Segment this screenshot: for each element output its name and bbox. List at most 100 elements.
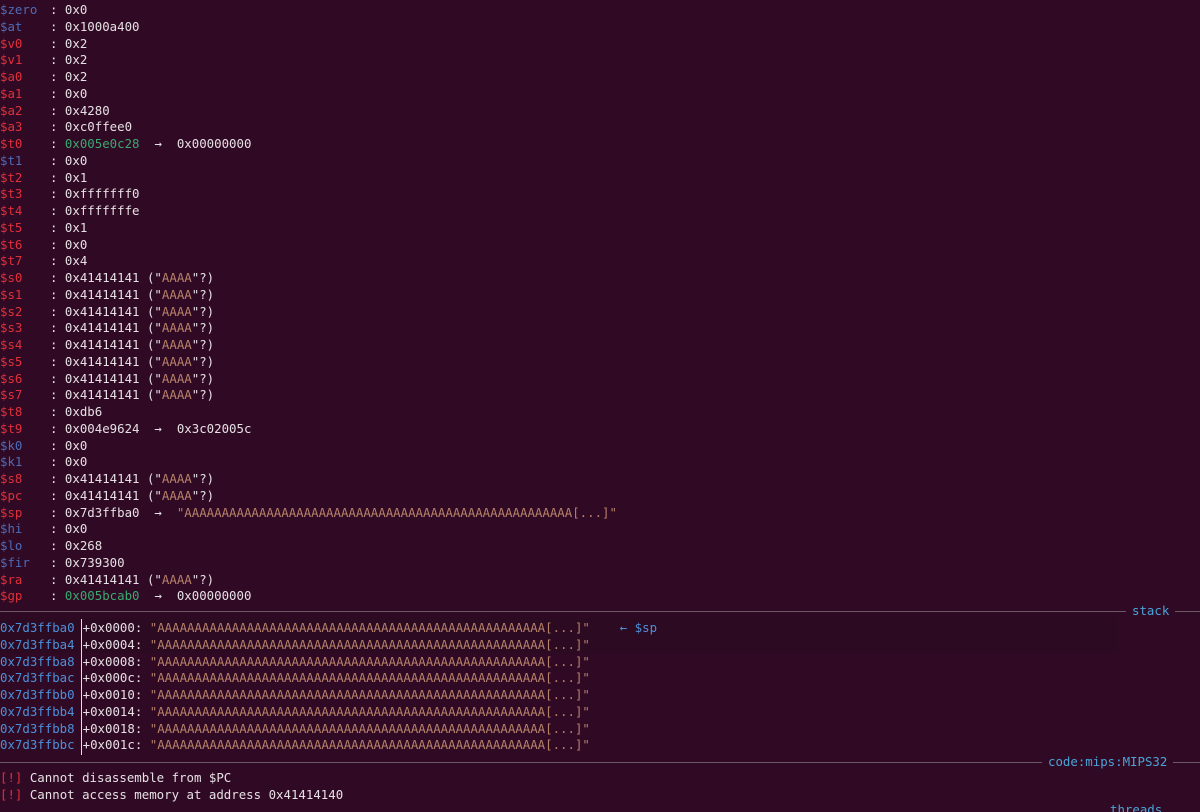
stack-section-label: stack: [1126, 603, 1176, 619]
stack-row: 0x7d3ffba4 +0x0004: "AAAAAAAAAAAAAAAAAAAA…: [0, 637, 590, 654]
register-value: : 0x4280: [50, 102, 110, 118]
register-string: AAAA: [161, 270, 192, 285]
register-value: : 0x739300: [50, 554, 125, 570]
threads-section-label: threads: [1110, 802, 1163, 812]
register-value: : 0x1: [50, 169, 88, 185]
stack-address[interactable]: 0x7d3ffbb0: [0, 687, 75, 702]
stack-string: "AAAAAAAAAAAAAAAAAAAAAAAAAAAAAAAAAAAAAAA…: [149, 720, 590, 736]
stack-row: 0x7d3ffbb4 +0x0014: "AAAAAAAAAAAAAAAAAAAA…: [0, 704, 590, 721]
register-value: : 0x7d3ffba0 →: [50, 504, 177, 520]
code-separator: [0, 762, 1200, 763]
register-value: : 0x2: [50, 52, 88, 68]
register-row: $t2: 0x1: [0, 170, 87, 187]
register-string-tail: "?): [191, 370, 215, 386]
stack-offset: +0x001c:: [82, 737, 150, 753]
error-text: Cannot access memory at address 0x414141…: [22, 787, 344, 802]
register-name: $hi: [0, 521, 23, 537]
register-value: : 0x0: [50, 152, 88, 168]
register-value: : 0x0: [50, 236, 88, 252]
stack-address[interactable]: 0x7d3ffbac: [0, 670, 75, 685]
register-value: : 0x2: [50, 35, 88, 51]
stack-address[interactable]: 0x7d3ffba8: [0, 654, 75, 669]
stack-row: 0x7d3ffbb8 +0x0018: "AAAAAAAAAAAAAAAAAAAA…: [0, 721, 590, 738]
register-row: $a2: 0x4280: [0, 103, 110, 120]
register-row: $s2: 0x41414141 ("AAAA"?): [0, 304, 214, 321]
register-row: $s6: 0x41414141 ("AAAA"?): [0, 371, 214, 388]
stack-row: 0x7d3ffbbc +0x001c: "AAAAAAAAAAAAAAAAAAAA…: [0, 737, 590, 754]
stack-row: 0x7d3ffba0 +0x0000: "AAAAAAAAAAAAAAAAAAAA…: [0, 620, 657, 637]
register-value: : 0x4: [50, 253, 88, 269]
stack-string: "AAAAAAAAAAAAAAAAAAAAAAAAAAAAAAAAAAAAAAA…: [149, 737, 590, 753]
register-row: $zero : 0x0: [0, 2, 87, 19]
register-row: $k0: 0x0: [0, 438, 87, 455]
register-name: $v1: [0, 52, 23, 68]
register-name: $sp: [0, 504, 23, 520]
stack-address[interactable]: 0x7d3ffbb8: [0, 721, 75, 736]
register-row: $t1: 0x0: [0, 153, 87, 170]
register-value: : 0x41414141 (": [50, 370, 162, 386]
register-row: $t0: 0x005e0c28 → 0x00000000: [0, 136, 251, 153]
register-string: AAAA: [161, 370, 192, 386]
register-name: $s7: [0, 387, 23, 403]
register-string: AAAA: [161, 303, 192, 319]
register-pointer: 0x005e0c28: [64, 136, 140, 151]
stack-offset: +0x0010:: [82, 687, 150, 702]
register-value: : 0x0: [50, 454, 88, 470]
register-string: AAAA: [161, 286, 192, 302]
register-value: : 0x1000a400: [50, 18, 140, 34]
register-name: $fir: [0, 554, 30, 570]
register-string: AAAA: [161, 571, 192, 587]
error-tag: [!]: [0, 787, 23, 802]
stack-offset: +0x000c:: [82, 670, 150, 686]
register-row: $fir : 0x739300: [0, 555, 125, 572]
register-name: $t8: [0, 404, 23, 419]
register-string-tail: "?): [191, 303, 215, 319]
register-row: $t9: 0x004e9624 → 0x3c02005c: [0, 421, 251, 438]
stack-string: "AAAAAAAAAAAAAAAAAAAAAAAAAAAAAAAAAAAAAAA…: [149, 653, 590, 669]
register-value: : 0x004e9624 → 0x3c02005c: [50, 420, 252, 436]
register-value: : 0xfffffff0: [50, 186, 140, 202]
stack-address[interactable]: 0x7d3ffbb4: [0, 704, 75, 719]
register-name: $s0: [0, 270, 23, 285]
register-string-tail: "?): [191, 286, 215, 302]
register-row: $k1 : 0x0: [0, 454, 87, 471]
register-value: : 0x41414141 (": [50, 286, 162, 302]
stack-address[interactable]: 0x7d3ffba4: [0, 637, 75, 652]
register-row: $s3: 0x41414141 ("AAAA"?): [0, 320, 214, 337]
register-name: $s3: [0, 320, 23, 336]
register-string: AAAA: [161, 487, 192, 503]
stack-row: 0x7d3ffba8 +0x0008: "AAAAAAAAAAAAAAAAAAAA…: [0, 654, 590, 671]
register-row: $v0: 0x2: [0, 36, 87, 53]
register-value: : 0x0: [50, 2, 88, 17]
register-string-tail: "?): [191, 337, 215, 352]
register-string: AAAA: [161, 387, 192, 403]
register-string-tail: "?): [191, 471, 215, 486]
register-value: : 0x41414141 (": [50, 337, 162, 352]
register-row: $hi: 0x0: [0, 521, 87, 538]
register-row: $pc: 0x41414141 ("AAAA"?): [0, 488, 214, 505]
register-name: $zero: [0, 2, 38, 17]
error-tag: [!]: [0, 770, 23, 785]
register-name: $s2: [0, 303, 23, 319]
register-name: $k1: [0, 454, 23, 470]
register-value: : 0x41414141 (": [50, 571, 162, 587]
stack-row: 0x7d3ffbb0 +0x0010: "AAAAAAAAAAAAAAAAAAAA…: [0, 687, 590, 704]
stack-address[interactable]: 0x7d3ffba0: [0, 620, 75, 635]
register-value: : 0x41414141 (": [50, 471, 162, 486]
register-row: $s4: 0x41414141 ("AAAA"?): [0, 337, 214, 354]
register-name: $t3: [0, 186, 23, 202]
register-row: $s7: 0x41414141 ("AAAA"?): [0, 387, 214, 404]
register-deref: → 0x00000000: [139, 588, 252, 604]
register-row: $sp: 0x7d3ffba0 → "AAAAAAAAAAAAAAAAAAAAA…: [0, 505, 617, 522]
register-row: $s1: 0x41414141 ("AAAA"?): [0, 287, 214, 304]
stack-address[interactable]: 0x7d3ffbbc: [0, 737, 75, 752]
register-value: : 0x41414141 (": [50, 270, 162, 285]
register-name: $t0: [0, 136, 23, 151]
register-value: : 0x41414141 (": [50, 353, 162, 369]
stack-string: "AAAAAAAAAAAAAAAAAAAAAAAAAAAAAAAAAAAAAAA…: [149, 703, 590, 719]
register-value: : 0xc0ffee0: [50, 119, 133, 135]
register-row: $t5: 0x1: [0, 220, 87, 237]
register-name: $lo: [0, 538, 23, 553]
register-row: $a3: 0xc0ffee0: [0, 119, 132, 136]
register-name: $t7: [0, 253, 23, 269]
